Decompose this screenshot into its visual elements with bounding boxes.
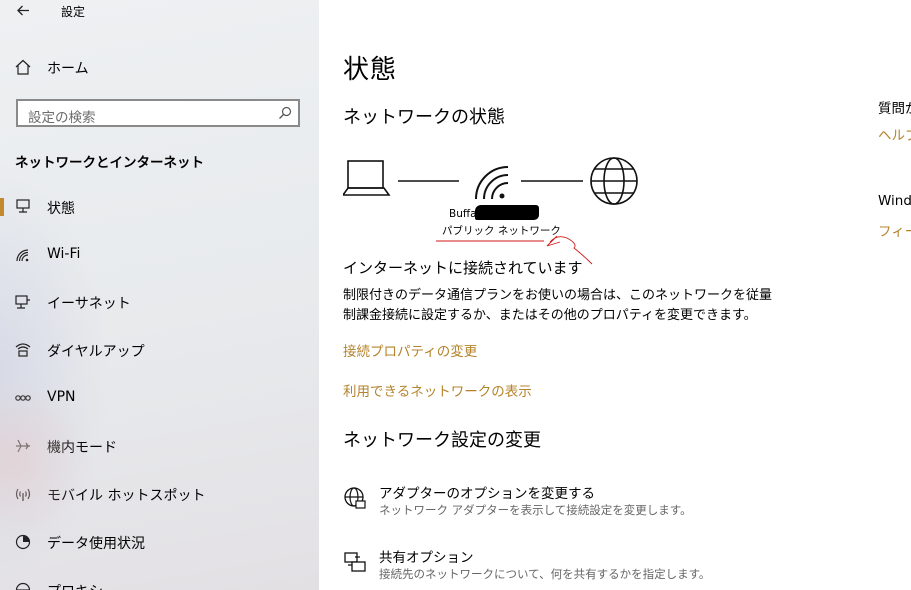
- sidebar-item-home[interactable]: ホーム: [0, 53, 319, 81]
- sidebar-item-airplane[interactable]: 機内モード: [0, 428, 319, 464]
- sharing-options-item[interactable]: 共有オプション 接続先のネットワークについて、何を共有するかを指定します。: [343, 546, 903, 586]
- sidebar-item-label: ホーム: [47, 61, 89, 77]
- windows-heading: Windo: [878, 193, 911, 209]
- connection-properties-link[interactable]: 接続プロパティの変更: [343, 340, 477, 360]
- sharing-icon: [344, 552, 366, 572]
- sidebar-item-status[interactable]: 状態: [0, 189, 319, 225]
- sidebar-item-label: Wi-Fi: [47, 246, 81, 262]
- laptop-icon: [343, 160, 391, 196]
- wifi-icon: [16, 249, 29, 262]
- sidebar-item-label: イーサネット: [47, 296, 131, 312]
- data-usage-icon: [15, 534, 31, 550]
- redaction-mark: [475, 205, 539, 220]
- option-subtitle: ネットワーク アダプターを表示して接続設定を変更します。: [379, 503, 692, 517]
- sidebar-item-proxy[interactable]: プロキシ: [0, 572, 319, 590]
- airplane-icon: [16, 439, 30, 453]
- page-title: 状態: [343, 55, 398, 85]
- feedback-link[interactable]: フィード: [878, 220, 911, 240]
- network-status-heading: ネットワークの状態: [343, 107, 505, 128]
- window-title: 設定: [61, 5, 86, 19]
- connection-status: インターネットに接続されています: [343, 259, 583, 277]
- search-icon[interactable]: [278, 106, 292, 120]
- show-available-networks-link[interactable]: 利用できるネットワークの表示: [343, 380, 532, 400]
- sidebar-item-ethernet[interactable]: イーサネット: [0, 284, 319, 320]
- ethernet-icon: [15, 295, 30, 309]
- proxy-icon: [15, 582, 31, 590]
- option-subtitle: 接続先のネットワークについて、何を共有するかを指定します。: [379, 567, 711, 581]
- description-line-2: 制課金接続に設定するか、またはその他のプロパティを変更できます。: [343, 308, 757, 323]
- sidebar-item-label: ダイヤルアップ: [47, 344, 145, 360]
- sidebar-item-label: VPN: [47, 389, 76, 405]
- sidebar-item-dialup[interactable]: ダイヤルアップ: [0, 332, 319, 368]
- wifi-signal-icon: [475, 166, 509, 200]
- adapter-icon: [344, 487, 366, 509]
- status-icon: [16, 199, 30, 213]
- sidebar-item-wifi[interactable]: Wi-Fi: [0, 237, 319, 273]
- sidebar-item-data-usage[interactable]: データ使用状況: [0, 524, 319, 560]
- sidebar-item-label: モバイル ホットスポット: [47, 488, 206, 504]
- main-content: 状態 ネットワークの状態 Buffal パブリック ネットワーク インターネット…: [319, 0, 911, 590]
- home-icon: [15, 59, 31, 75]
- selected-indicator: [0, 198, 4, 216]
- question-heading: 質問が: [878, 101, 911, 117]
- option-title: 共有オプション: [379, 550, 474, 566]
- vpn-icon: [15, 395, 31, 401]
- help-link[interactable]: ヘルプ: [878, 124, 911, 144]
- sidebar-item-label: 機内モード: [47, 440, 117, 456]
- change-settings-heading: ネットワーク設定の変更: [343, 430, 541, 451]
- option-title: アダプターのオプションを変更する: [379, 486, 595, 502]
- adapter-options-item[interactable]: アダプターのオプションを変更する ネットワーク アダプターを表示して接続設定を変…: [343, 482, 903, 522]
- section-title: ネットワークとインターネット: [15, 155, 204, 171]
- sidebar: 設定 ホーム 設定の検索 ネットワークとインターネット 状態 Wi-Fi イーサ…: [0, 0, 319, 590]
- description-line-1: 制限付きのデータ通信プランをお使いの場合は、このネットワークを従量: [343, 288, 773, 303]
- back-arrow-icon[interactable]: [12, 0, 34, 22]
- dialup-icon: [15, 343, 31, 357]
- title-bar: 設定: [0, 0, 319, 26]
- sidebar-item-label: データ使用状況: [47, 536, 145, 552]
- globe-icon: [590, 157, 638, 205]
- search-placeholder: 設定の検索: [28, 110, 96, 126]
- network-diagram: [343, 157, 638, 205]
- sidebar-item-vpn[interactable]: VPN: [0, 380, 319, 416]
- sidebar-item-label: プロキシ: [47, 581, 103, 590]
- hotspot-icon: [15, 488, 31, 501]
- sidebar-item-hotspot[interactable]: モバイル ホットスポット: [0, 476, 319, 512]
- sidebar-item-label: 状態: [47, 201, 75, 217]
- search-input[interactable]: 設定の検索: [16, 99, 300, 127]
